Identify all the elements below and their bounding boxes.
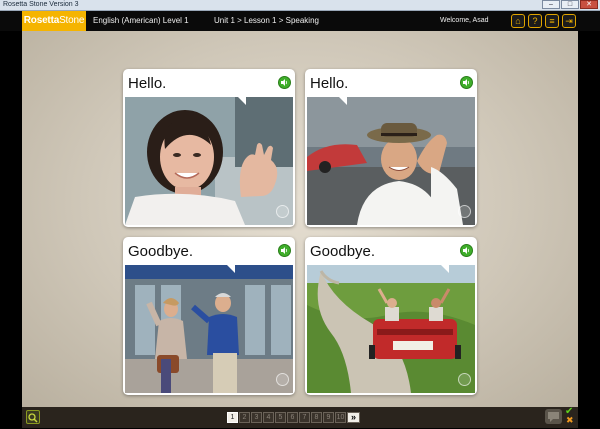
select-indicator-icon (276, 373, 289, 386)
page-button[interactable]: 8 (311, 412, 322, 423)
page-button[interactable]: 6 (287, 412, 298, 423)
photo-man-with-hat (307, 97, 475, 225)
minimize-button[interactable]: – (542, 0, 560, 9)
page-navigator: 1 2 3 4 5 6 7 8 9 10 » (227, 412, 360, 423)
card-phrase: Hello. (128, 75, 167, 92)
answer-card-4[interactable]: Goodbye. (305, 237, 477, 395)
window-controls: – □ ✕ (542, 0, 598, 10)
page-button[interactable]: 1 (227, 412, 238, 423)
page-button[interactable]: 5 (275, 412, 286, 423)
incorrect-x-icon: ✖ (566, 415, 574, 425)
logo-secondary: Stone (59, 15, 85, 26)
speech-bubble-tail (225, 263, 235, 273)
page-button[interactable]: 4 (263, 412, 274, 423)
speech-bubble-tail (236, 95, 246, 105)
card-phrase: Goodbye. (128, 243, 194, 260)
window-titlebar: Rosetta Stone Version 3 – □ ✕ (0, 0, 600, 11)
card-phrase: Hello. (310, 75, 349, 92)
page-button[interactable]: 7 (299, 412, 310, 423)
card-phrase: Goodbye. (310, 243, 376, 260)
toolbar-icons: ⌂ ? ≡ ⇥ (511, 14, 576, 28)
close-button[interactable]: ✕ (580, 0, 598, 9)
answer-card-2[interactable]: Hello. (305, 69, 477, 227)
photo-couple-in-red-car (307, 265, 475, 393)
page-button[interactable]: 10 (335, 412, 346, 423)
page-button[interactable]: 9 (323, 412, 334, 423)
page-button[interactable]: 3 (251, 412, 262, 423)
answer-card-3[interactable]: Goodbye. (123, 237, 295, 395)
home-icon[interactable]: ⌂ (511, 14, 525, 28)
course-title[interactable]: English (American) Level 1 (93, 11, 189, 31)
welcome-text: Welcome, Asad (440, 17, 489, 24)
speech-bubble-tail (337, 95, 347, 105)
page-button[interactable]: 2 (239, 412, 250, 423)
photo-woman-waving (125, 97, 293, 225)
speaker-icon[interactable] (460, 244, 473, 257)
maximize-button[interactable]: □ (561, 0, 579, 9)
rosetta-stone-logo: RosettaStone (22, 11, 86, 31)
lesson-stage: Hello. Hello. Goodbye. Goodbye. (22, 31, 578, 407)
help-icon[interactable]: ? (528, 14, 542, 28)
window-title: Rosetta Stone Version 3 (3, 1, 79, 8)
next-page-button[interactable]: » (347, 412, 360, 423)
exit-icon[interactable]: ⇥ (562, 14, 576, 28)
speaker-icon[interactable] (278, 76, 291, 89)
zoom-icon[interactable] (26, 410, 40, 424)
photo-couple-waving-airport (125, 265, 293, 393)
speech-bubble-tail (439, 263, 449, 273)
settings-icon[interactable]: ≡ (545, 14, 559, 28)
speaker-icon[interactable] (278, 244, 291, 257)
breadcrumb[interactable]: Unit 1 > Lesson 1 > Speaking (214, 11, 319, 31)
chat-icon[interactable] (545, 409, 562, 424)
select-indicator-icon (276, 205, 289, 218)
select-indicator-icon (458, 205, 471, 218)
logo-primary: Rosetta (23, 15, 60, 26)
answer-card-1[interactable]: Hello. (123, 69, 295, 227)
speaker-icon[interactable] (460, 76, 473, 89)
select-indicator-icon (458, 373, 471, 386)
